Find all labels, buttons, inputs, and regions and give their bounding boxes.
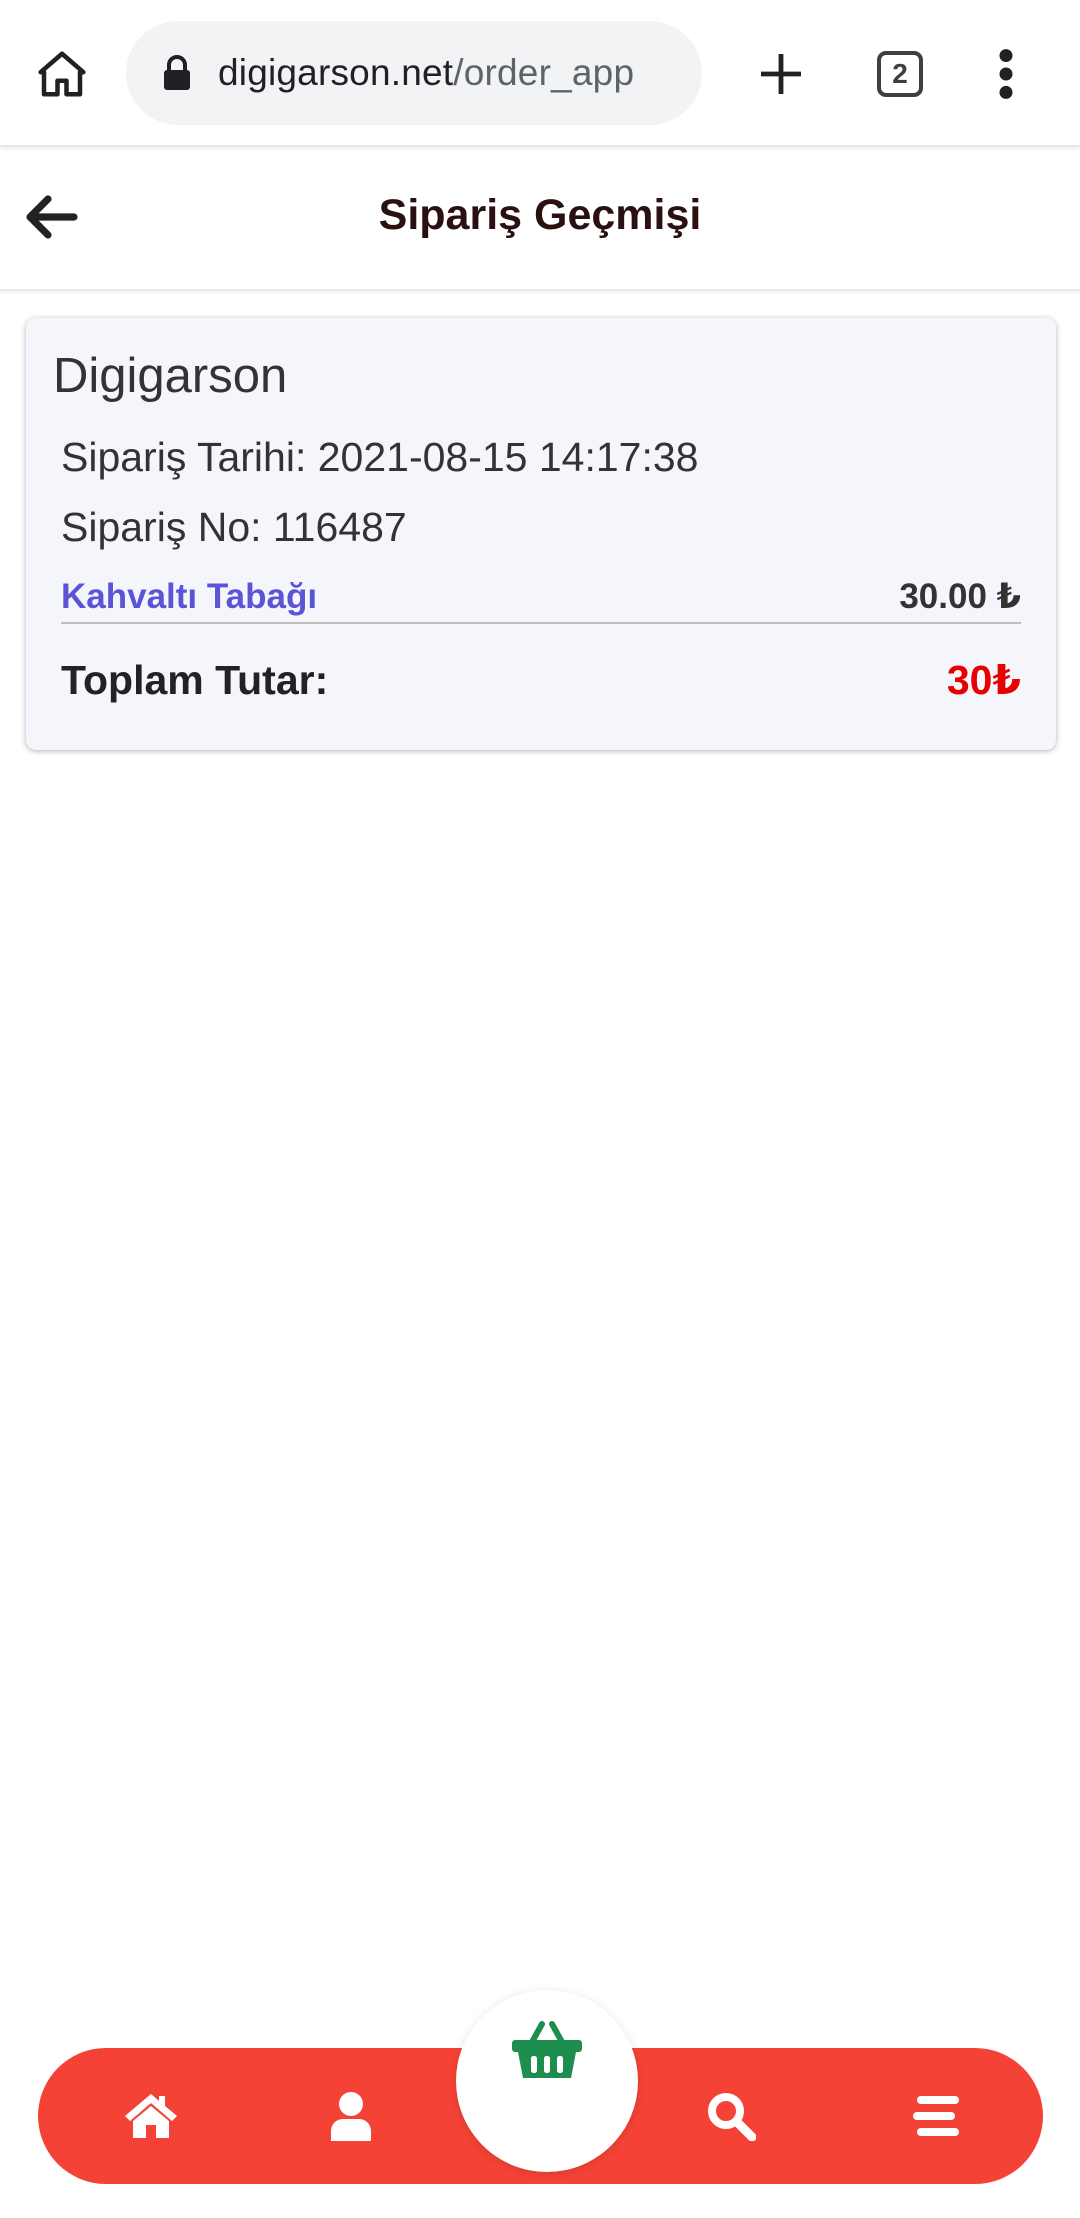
user-icon: [331, 2092, 371, 2141]
order-item-row: Kahvaltı Tabağı 30.00 ₺: [61, 572, 1021, 624]
order-number: Sipariş No: 116487: [61, 504, 407, 550]
nav-profile-button[interactable]: [313, 2078, 389, 2154]
total-label: Toplam Tutar:: [61, 656, 329, 703]
page-title: Sipariş Geçmişi: [378, 191, 702, 239]
more-vert-icon: [999, 49, 1013, 99]
page-header: Sipariş Geçmişi: [0, 147, 1080, 291]
nav-menu-button[interactable]: [898, 2078, 974, 2154]
menu-icon: [913, 2096, 959, 2136]
address-bar[interactable]: digigarson.net/order_app: [126, 21, 702, 125]
cart-button[interactable]: [456, 1990, 638, 2172]
item-price: 30.00 ₺: [899, 577, 1021, 616]
home-icon: [125, 2094, 177, 2138]
total-value: 30₺: [946, 657, 1021, 703]
new-tab-button[interactable]: [745, 38, 817, 110]
total-row: Toplam Tutar: 30₺: [61, 656, 1021, 704]
tab-switcher-button[interactable]: 2: [864, 38, 936, 110]
url-text: digigarson.net/order_app: [218, 52, 634, 94]
browser-menu-button[interactable]: [970, 38, 1042, 110]
home-outline-icon: [38, 51, 86, 97]
url-path: /order_app: [453, 52, 635, 93]
browser-home-button[interactable]: [26, 38, 98, 110]
search-icon: [708, 2093, 756, 2141]
item-name-link[interactable]: Kahvaltı Tabağı: [61, 577, 317, 617]
basket-icon: [512, 2021, 582, 2078]
order-card: Digigarson Sipariş Tarihi: 2021-08-15 14…: [26, 318, 1056, 750]
restaurant-name: Digigarson: [53, 349, 288, 403]
order-date: Sipariş Tarihi: 2021-08-15 14:17:38: [61, 434, 699, 480]
nav-search-button[interactable]: [693, 2078, 769, 2154]
browser-toolbar: digigarson.net/order_app 2: [0, 0, 1080, 146]
plus-icon: [761, 54, 801, 94]
lock-icon: [162, 53, 192, 93]
url-domain: digigarson.net: [218, 52, 454, 93]
nav-home-button[interactable]: [113, 2078, 189, 2154]
tab-count: 2: [877, 51, 923, 97]
